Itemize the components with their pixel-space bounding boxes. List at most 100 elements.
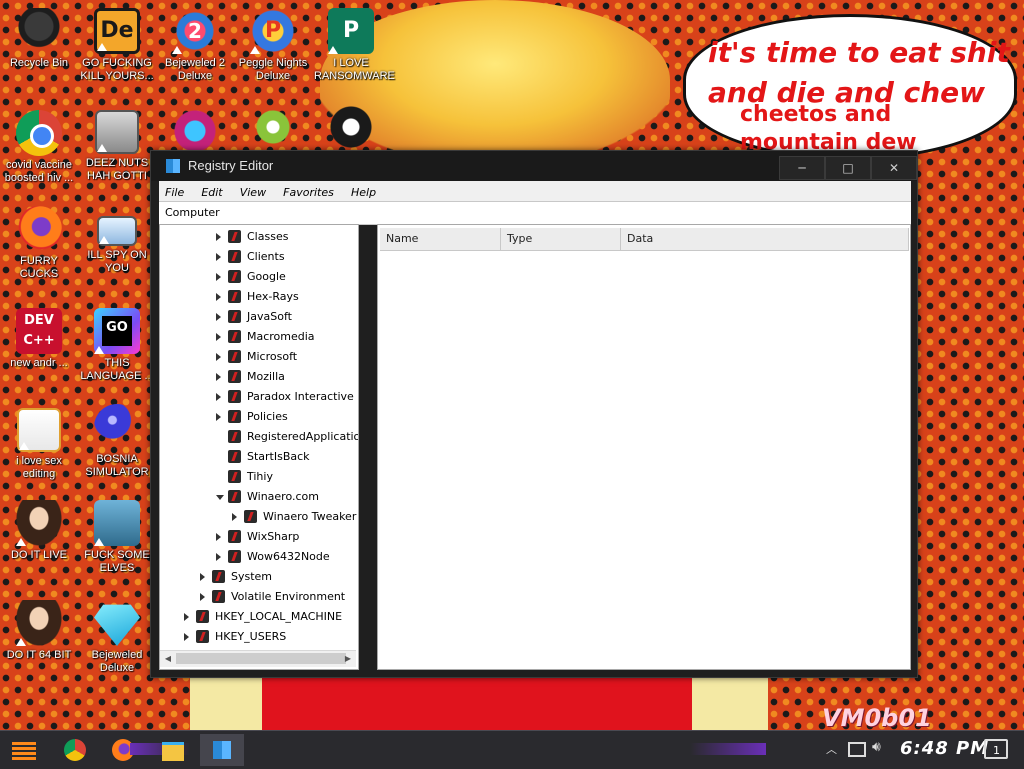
scroll-right-arrow-icon[interactable]: ▶: [341, 652, 355, 666]
values-list[interactable]: Name Type Data: [377, 224, 911, 670]
desktop-icon-spy[interactable]: ILL SPY ON YOU: [80, 206, 154, 275]
registry-key-icon: [196, 630, 209, 643]
tree-node-label: HKEY_LOCAL_MACHINE: [215, 610, 343, 623]
desktop-icon-go-kill[interactable]: De GO FUCKING KILL YOURS...: [80, 8, 154, 83]
collapsed-arrow-icon[interactable]: [216, 293, 221, 301]
adobe-de-icon: De: [94, 8, 140, 54]
desktop-icon-64bit[interactable]: DO IT 64 BIT: [2, 600, 76, 662]
collapsed-arrow-icon[interactable]: [216, 273, 221, 281]
taskbar-chrome[interactable]: [58, 734, 92, 766]
volume-icon[interactable]: 🔊︎: [872, 739, 881, 755]
clock[interactable]: 6:48 PM: [900, 738, 989, 759]
desktop-icon-covid[interactable]: covid vaccine boosted hiv ...: [2, 110, 76, 185]
registry-tree[interactable]: Classes Clients Google Hex-Rays JavaSoft Macr…: [159, 224, 359, 670]
desktop-icon-do-it-live[interactable]: DO IT LIVE: [2, 500, 76, 562]
desktop-icon-diamond-app[interactable]: [158, 108, 232, 154]
tree-node-label: Paradox Interactive: [247, 390, 354, 403]
collapsed-arrow-icon[interactable]: [216, 413, 221, 421]
menu-help[interactable]: Help: [345, 183, 382, 203]
title-bar[interactable]: Registry Editor ─ □ ✕: [151, 151, 917, 181]
taskbar-purple-band-right: [690, 743, 766, 755]
collapsed-arrow-icon[interactable]: [216, 533, 221, 541]
collapsed-arrow-icon[interactable]: [184, 633, 189, 641]
desktop-icon-language[interactable]: GO THIS LANGUAGE ...: [80, 308, 154, 383]
desktop-icon-gear-app[interactable]: [314, 104, 388, 150]
collapsed-arrow-icon[interactable]: [184, 613, 189, 621]
network-icon[interactable]: [848, 742, 866, 757]
menu-view[interactable]: View: [234, 183, 272, 203]
tree-horizontal-thumb[interactable]: [176, 653, 346, 664]
desktop-icon-devcpp[interactable]: DEV C++ new andr ...: [2, 308, 76, 370]
desktop-icon-deez-nuts[interactable]: DEEZ NUTS HAH GOTTI: [80, 110, 154, 183]
collapsed-arrow-icon[interactable]: [216, 373, 221, 381]
tree-node-label: Tihiy: [247, 470, 273, 483]
desktop-icon-peggle[interactable]: P Peggle Nights Deluxe: [236, 8, 310, 83]
maximize-button[interactable]: □: [825, 156, 871, 180]
registry-key-icon: [228, 430, 241, 443]
registry-key-icon: [228, 470, 241, 483]
registry-key-icon: [228, 230, 241, 243]
column-header-data[interactable]: Data: [621, 228, 909, 251]
chrome-icon: [16, 110, 62, 156]
expanded-arrow-icon[interactable]: [216, 495, 224, 500]
desktop-icon-elves[interactable]: FUCK SOME ELVES: [80, 500, 154, 575]
collapsed-arrow-icon[interactable]: [216, 313, 221, 321]
recycle-bin-icon: [16, 8, 62, 54]
registry-key-icon: [228, 450, 241, 463]
close-button[interactable]: ✕: [871, 156, 917, 180]
collapsed-arrow-icon[interactable]: [232, 513, 237, 521]
registry-key-icon: [228, 390, 241, 403]
tree-node-label: Hex-Rays: [247, 290, 299, 303]
menu-edit[interactable]: Edit: [195, 183, 228, 203]
scroll-left-arrow-icon[interactable]: ◀: [161, 652, 175, 666]
collapsed-arrow-icon[interactable]: [200, 593, 205, 601]
collapsed-arrow-icon[interactable]: [216, 553, 221, 561]
yellow-figure-art: [190, 676, 262, 730]
menu-favorites[interactable]: Favorites: [277, 183, 340, 203]
collapsed-arrow-icon[interactable]: [216, 253, 221, 261]
registry-key-icon: [196, 610, 209, 623]
collapsed-arrow-icon[interactable]: [200, 573, 205, 581]
start-button[interactable]: [6, 734, 40, 766]
registry-key-icon: [212, 570, 225, 583]
address-bar[interactable]: Computer: [159, 201, 911, 225]
desktop-icon-bejeweled-2[interactable]: 2 Bejeweled 2 Deluxe: [158, 8, 232, 83]
bejeweled-2-icon: 2: [172, 8, 218, 54]
tree-node-label: Wow6432Node: [247, 550, 330, 563]
registry-key-icon: [228, 490, 241, 503]
menu-file[interactable]: File: [159, 183, 190, 203]
desktop-icon-ransomware[interactable]: P I LOVE RANSOMWARE: [314, 8, 395, 83]
desktop-icon-sex-editing[interactable]: i love sex editing: [2, 408, 76, 481]
minimize-button[interactable]: ─: [779, 156, 825, 180]
taskbar-file-explorer[interactable]: [156, 734, 190, 766]
registry-key-icon: [228, 290, 241, 303]
taskbar: ︿ 🔊︎ 6:48 PM 1: [0, 730, 1024, 769]
tree-node-label: HKEY_USERS: [215, 630, 287, 643]
taskbar-registry-editor[interactable]: [200, 734, 244, 766]
collapsed-arrow-icon[interactable]: [216, 393, 221, 401]
desktop-icon-furry[interactable]: FURRY CUCKS: [2, 206, 76, 281]
desktop-icon-recycle-bin[interactable]: Recycle Bin: [2, 8, 76, 70]
registry-key-icon: [212, 590, 225, 603]
tree-horizontal-scrollbar[interactable]: ◀ ▶: [160, 650, 356, 667]
collapsed-arrow-icon[interactable]: [216, 233, 221, 241]
address-path[interactable]: Computer: [165, 206, 220, 219]
mine-icon: [94, 404, 140, 450]
registry-key-icon: [228, 370, 241, 383]
window-title: Registry Editor: [188, 158, 274, 173]
registry-editor-window[interactable]: Registry Editor ─ □ ✕ File Edit View Fav…: [150, 150, 918, 678]
notification-center-icon[interactable]: 1: [984, 739, 1008, 759]
editor-icon: [17, 408, 61, 452]
collapsed-arrow-icon[interactable]: [216, 353, 221, 361]
folder-icon: [162, 742, 184, 761]
column-header-type[interactable]: Type: [501, 228, 621, 251]
tray-chevron-icon[interactable]: ︿: [826, 741, 837, 757]
desktop-icon-plants[interactable]: [236, 104, 310, 150]
column-header-name[interactable]: Name: [380, 228, 501, 251]
collapsed-arrow-icon[interactable]: [216, 333, 221, 341]
yellow-figure-art-right: [692, 676, 768, 730]
registry-key-icon: [228, 250, 241, 263]
desktop-icon-bejeweled[interactable]: Bejeweled Deluxe: [80, 600, 154, 675]
desktop-icon-bosnia[interactable]: BOSNIA SIMULATOR: [80, 404, 154, 479]
tree-node-label: Microsoft: [247, 350, 298, 363]
